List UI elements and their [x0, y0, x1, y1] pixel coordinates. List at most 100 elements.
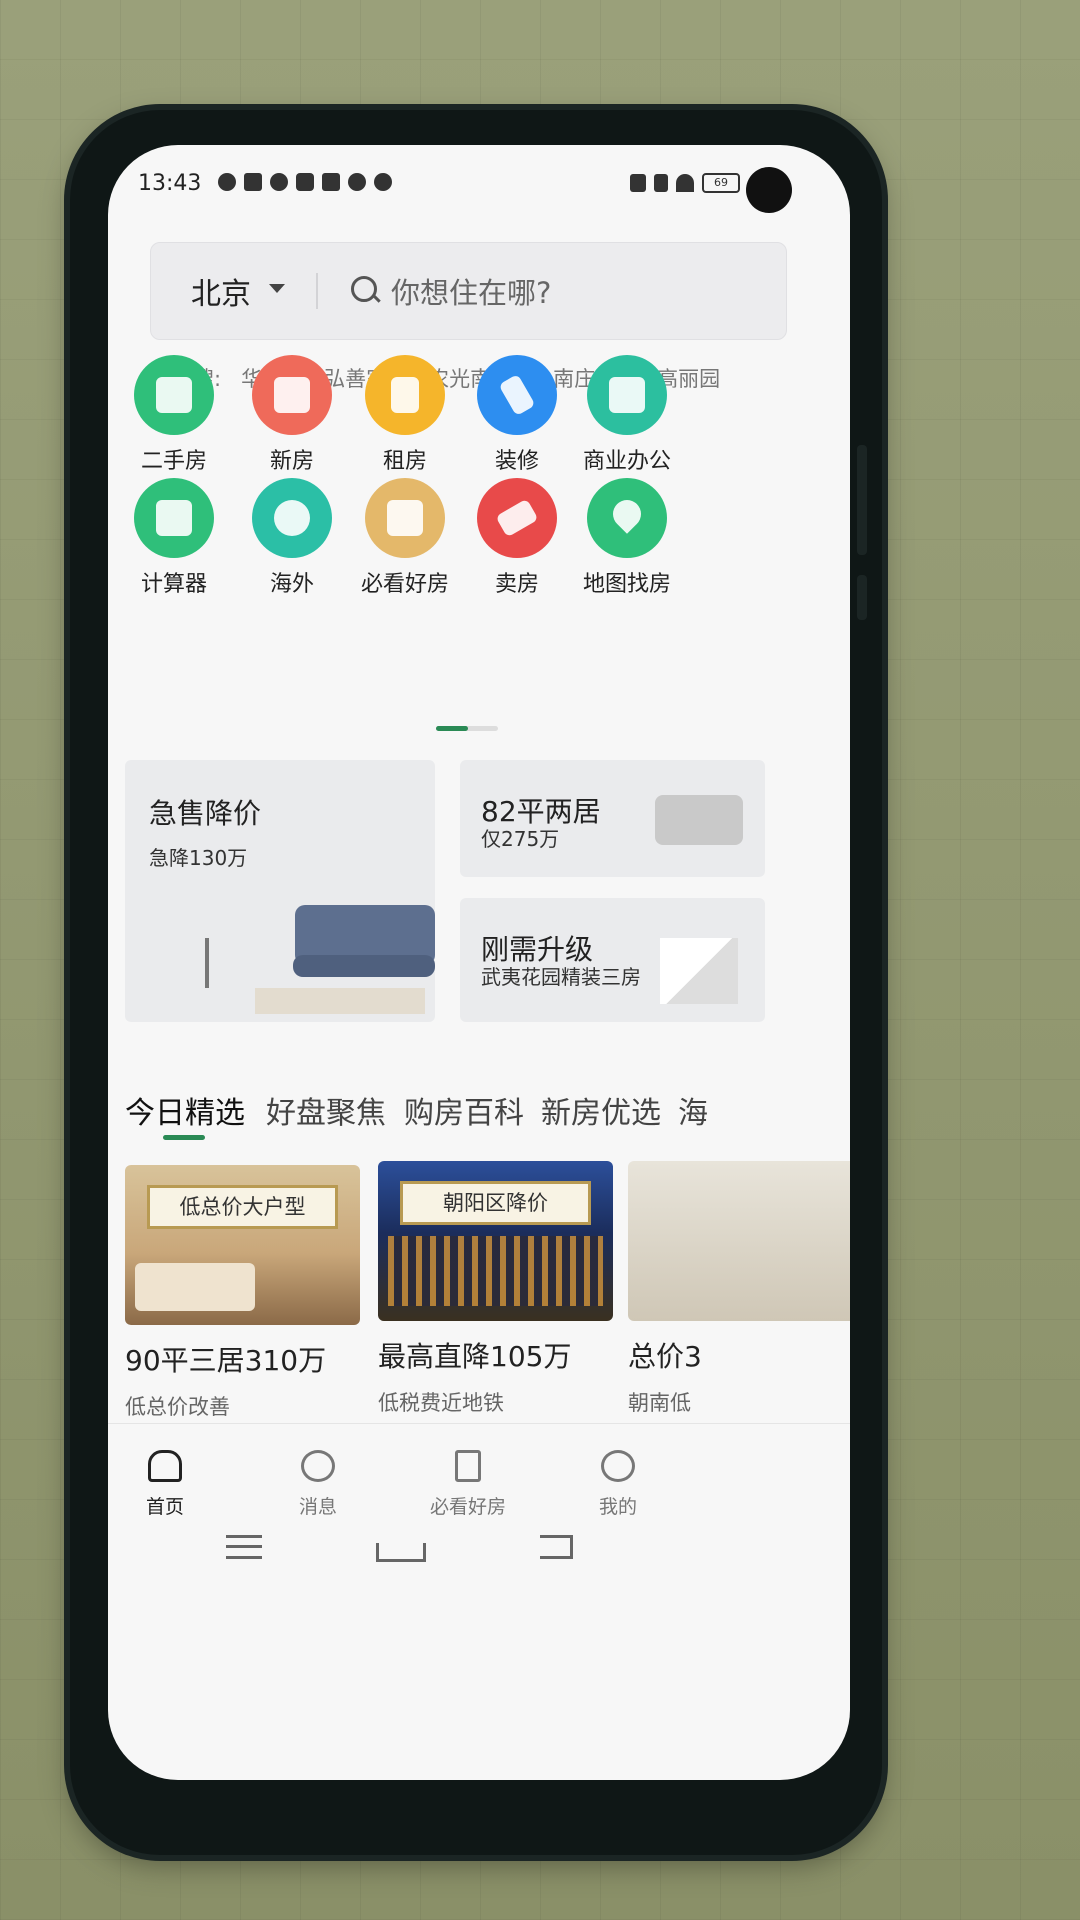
promo-subtitle: 急降130万 — [149, 846, 248, 870]
map-pin-icon — [587, 478, 667, 558]
location-icon — [348, 173, 366, 191]
feed-ribbon: 朝阳区降价 — [400, 1181, 591, 1225]
weibo-icon — [270, 173, 288, 191]
door-icon — [365, 355, 445, 435]
category-label: 卖房 — [494, 572, 539, 597]
front-camera — [746, 167, 792, 213]
tab-overflow[interactable]: 海 — [678, 1088, 708, 1132]
feed-title: 90平三居310万 — [125, 1344, 327, 1377]
feed-card[interactable]: 低总价大户型 90平三居310万 低总价改善 — [125, 1165, 360, 1421]
sim-icon — [654, 174, 668, 192]
category-cell[interactable]: 商业办公 — [567, 355, 687, 475]
armchair-image — [655, 795, 743, 845]
wallet-icon — [322, 173, 340, 191]
category-cell[interactable]: 新房 — [232, 355, 352, 475]
caret-down-icon[interactable] — [269, 284, 285, 293]
shop-icon — [587, 355, 667, 435]
category-label: 新房 — [269, 449, 314, 474]
building-icon — [252, 355, 332, 435]
category-cell[interactable]: 租房 — [345, 355, 465, 475]
heart-house-icon — [365, 478, 445, 558]
feed-title: 最高直降105万 — [378, 1340, 572, 1373]
category-cell[interactable]: 海外 — [232, 478, 352, 598]
calculator-icon — [134, 478, 214, 558]
profile-face-icon — [601, 1450, 635, 1482]
menu-icon[interactable] — [226, 1535, 262, 1559]
promo-card-main[interactable]: 急售降价 急降130万 — [125, 760, 435, 1022]
nav-messages[interactable]: 消息 — [268, 1450, 368, 1519]
promo-card-top-right[interactable]: 82平两居 仅275万 — [460, 760, 765, 877]
category-cell[interactable]: 计算器 — [114, 478, 234, 598]
nav-divider — [108, 1423, 850, 1424]
promo-subtitle: 仅275万 — [481, 827, 560, 851]
notification-icons — [218, 173, 392, 191]
category-label: 二手房 — [140, 449, 207, 474]
category-label: 计算器 — [140, 572, 207, 597]
battery-icon: 69 — [702, 173, 740, 193]
category-label: 装修 — [494, 449, 539, 474]
home-nav-icon[interactable] — [376, 1543, 426, 1562]
sale-tag-icon — [477, 478, 557, 558]
promo-title: 急售降价 — [149, 797, 262, 830]
tiktok-icon — [296, 173, 314, 191]
category-cell[interactable]: 地图找房 — [567, 478, 687, 598]
tab-buying-guide[interactable]: 购房百科 — [404, 1088, 524, 1132]
promo-card-bottom-right[interactable]: 刚需升级 武夷花园精装三房 — [460, 898, 765, 1022]
system-status: 69 — [630, 173, 740, 193]
back-icon[interactable] — [540, 1535, 573, 1559]
telescope-image — [205, 938, 209, 988]
nav-home[interactable]: 首页 — [115, 1450, 215, 1519]
tab-today-picks[interactable]: 今日精选 — [125, 1088, 245, 1132]
home-icon — [148, 1450, 182, 1482]
city-selector[interactable]: 北京 — [191, 269, 251, 313]
search-input[interactable]: 你想住在哪? — [391, 270, 551, 312]
category-cell[interactable]: 卖房 — [457, 478, 577, 598]
category-label: 必看好房 — [360, 572, 449, 597]
feed-image — [628, 1161, 850, 1321]
nav-must-see[interactable]: 必看好房 — [418, 1450, 518, 1519]
category-label: 租房 — [382, 449, 427, 474]
feed-card[interactable]: 朝阳区降价 最高直降105万 低税费近地铁 — [378, 1161, 613, 1417]
feed-card[interactable]: 总价3 朝南低 — [628, 1161, 850, 1417]
category-cell[interactable]: 二手房 — [114, 355, 234, 475]
app-notification-icon — [218, 173, 236, 191]
app-screen: 13:43 69 北京 你想住在哪? 热搜: 华贸城 弘善家园 农光南里 小南庄… — [108, 145, 850, 1780]
app-notification-icon — [244, 173, 262, 191]
tab-new-homes[interactable]: 新房优选 — [541, 1088, 661, 1132]
wifi-icon — [676, 174, 694, 192]
stairs-image — [660, 938, 738, 1004]
category-label: 海外 — [269, 572, 314, 597]
search-bar[interactable]: 北京 你想住在哪? — [150, 242, 787, 340]
nav-label: 消息 — [298, 1496, 337, 1518]
feed-title: 总价3 — [628, 1340, 702, 1373]
feed-subtitle: 朝南低 — [628, 1391, 691, 1415]
category-label: 地图找房 — [582, 572, 671, 597]
nav-label: 必看好房 — [429, 1496, 506, 1518]
globe-icon — [252, 478, 332, 558]
tab-featured-listings[interactable]: 好盘聚焦 — [266, 1088, 386, 1132]
nav-label: 首页 — [145, 1496, 184, 1518]
house-icon — [134, 355, 214, 435]
sofa-image — [135, 1263, 255, 1311]
feed-subtitle: 低税费近地铁 — [378, 1391, 504, 1415]
status-time: 13:43 — [138, 171, 202, 196]
category-cell[interactable]: 装修 — [457, 355, 577, 475]
volume-button — [857, 445, 867, 555]
nav-label: 我的 — [598, 1496, 637, 1518]
grid-pager-active — [436, 726, 468, 731]
sofa-image — [293, 955, 435, 977]
search-divider — [316, 273, 318, 309]
vibrate-icon — [630, 174, 646, 192]
paintbrush-icon — [477, 355, 557, 435]
city-skyline-image — [388, 1236, 603, 1306]
nav-profile[interactable]: 我的 — [568, 1450, 668, 1519]
door-icon — [455, 1450, 481, 1482]
feed-image: 朝阳区降价 — [378, 1161, 613, 1321]
feed-subtitle: 低总价改善 — [125, 1395, 230, 1419]
rug-image — [255, 988, 425, 1014]
category-cell[interactable]: 必看好房 — [345, 478, 465, 598]
feed-ribbon: 低总价大户型 — [147, 1185, 338, 1229]
category-label: 商业办公 — [582, 449, 671, 474]
app-notification-icon — [374, 173, 392, 191]
power-button — [857, 575, 867, 620]
